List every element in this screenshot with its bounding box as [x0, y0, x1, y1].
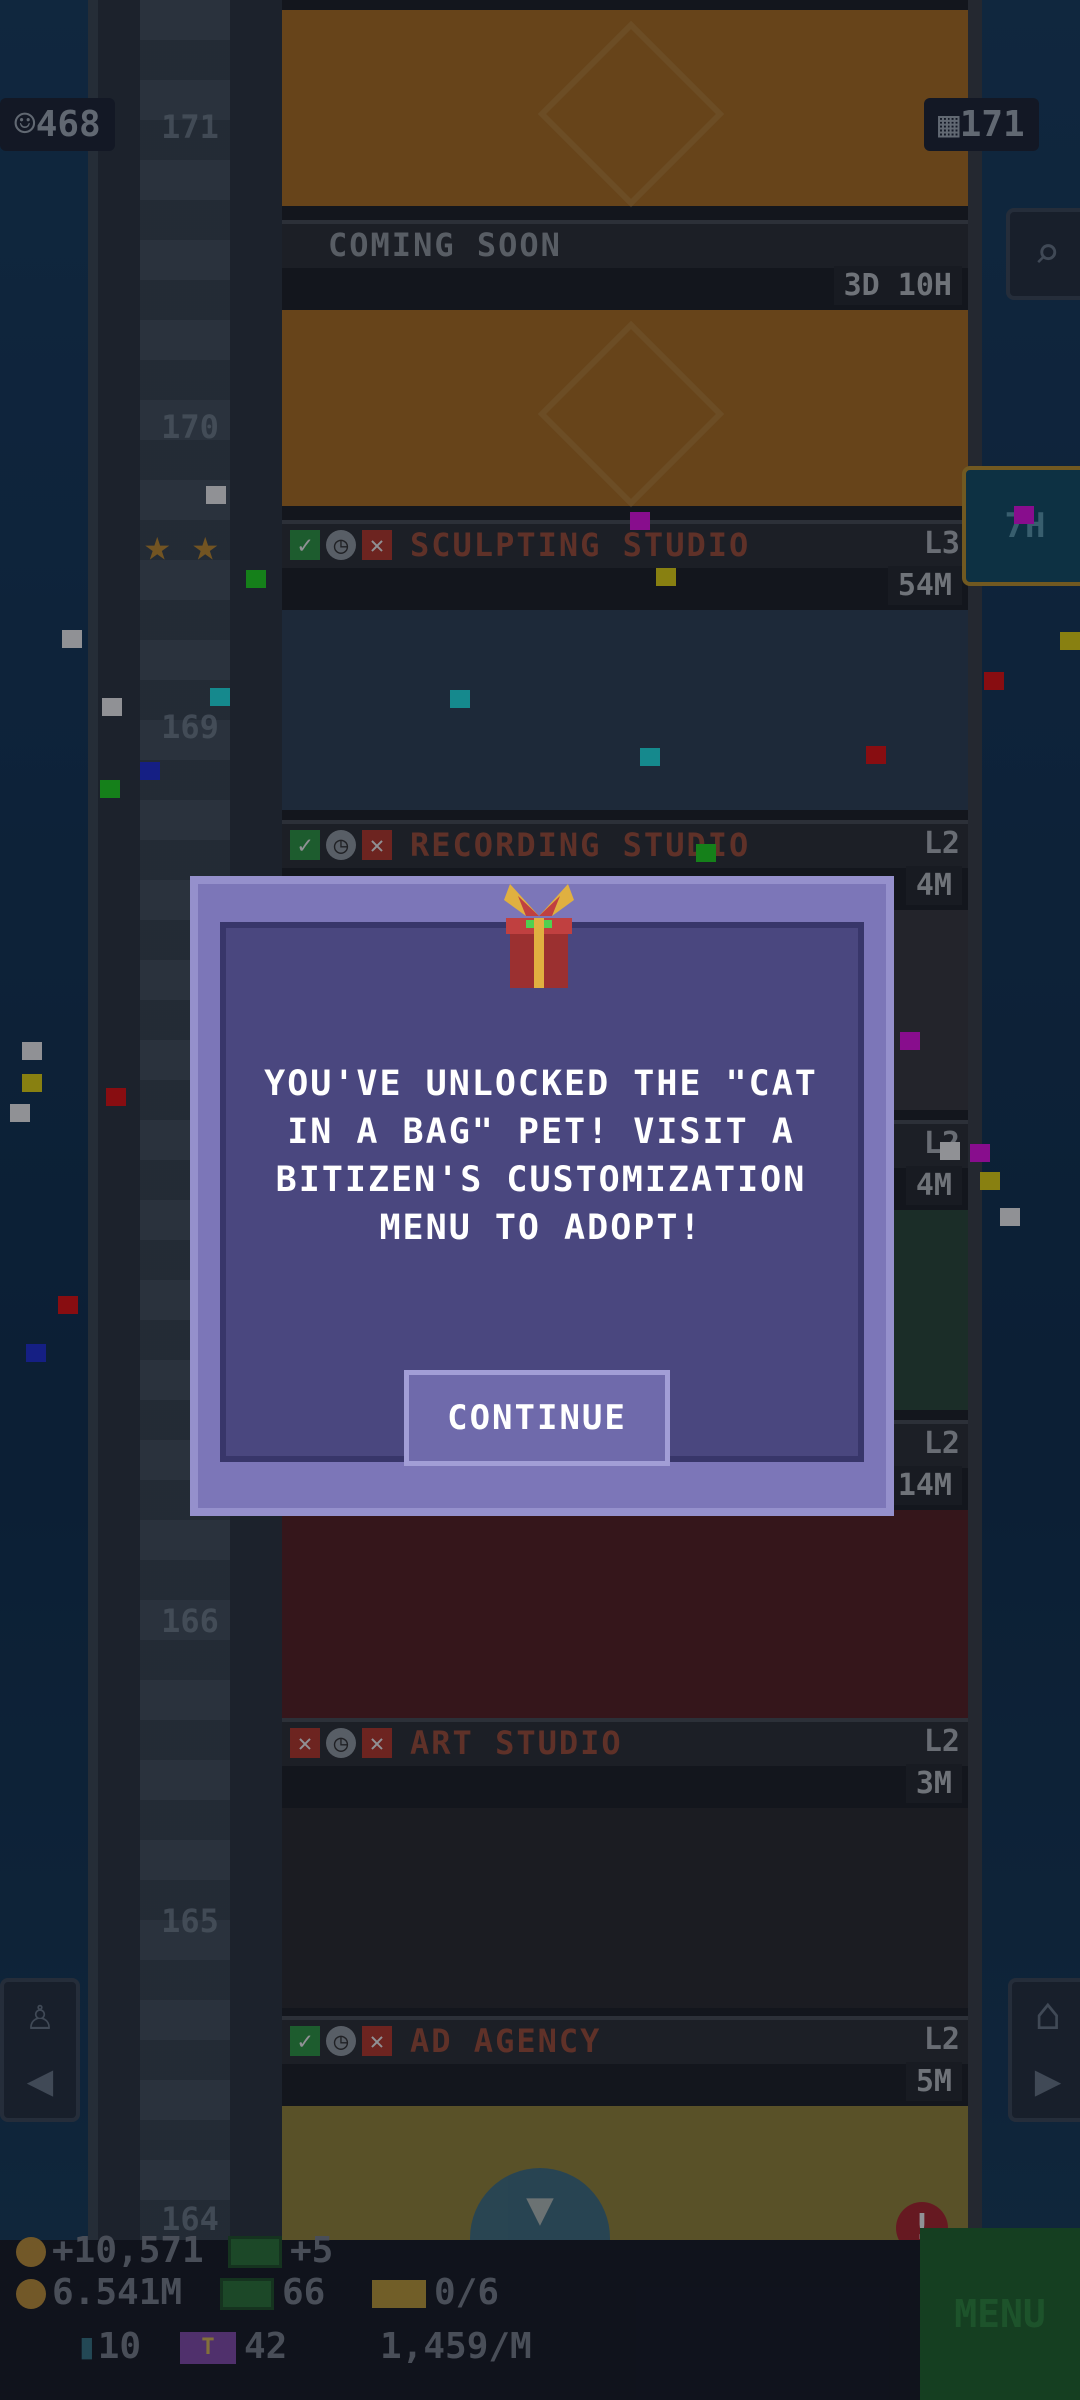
game-scene: 171 170 169 166 165 164 COMING SOON 3D 1… [0, 0, 1080, 2400]
continue-button[interactable]: CONTINUE [404, 1370, 670, 1466]
dialog-message: YOU'VE UNLOCKED THE "CAT IN A BAG" PET! … [264, 1064, 818, 1248]
gift-icon [504, 884, 574, 988]
